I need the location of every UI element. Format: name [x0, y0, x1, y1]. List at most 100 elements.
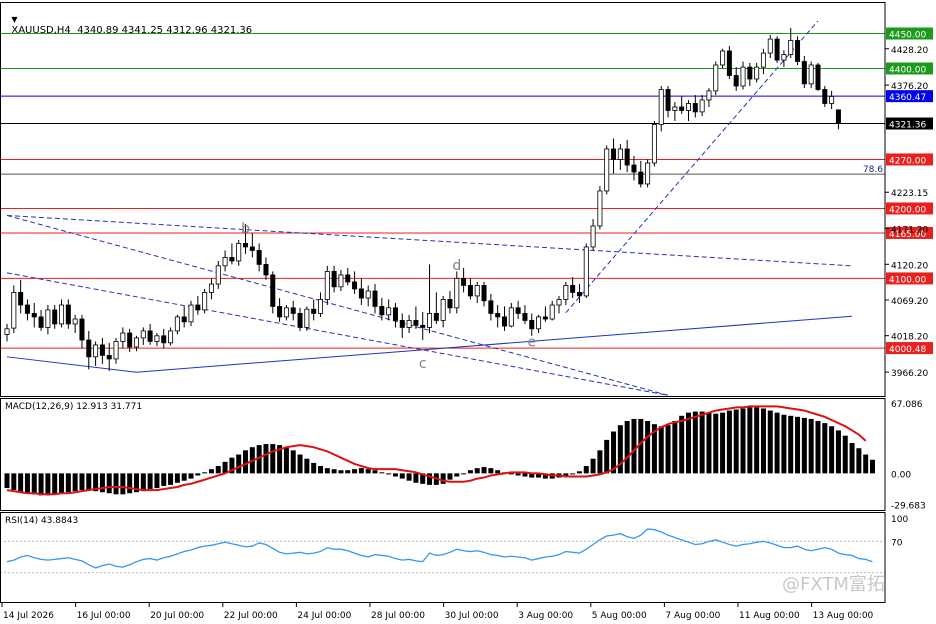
candle-body [658, 89, 664, 125]
level-label: 4200.00 [889, 205, 926, 215]
candle-body [733, 75, 739, 87]
rsi-line [6, 528, 873, 569]
candle-body [556, 299, 562, 306]
candle-body [481, 285, 487, 302]
macd-bar [597, 450, 603, 474]
macd-bar [372, 470, 378, 474]
rsi-panel[interactable] [0, 528, 885, 574]
wave-label-b: b [241, 221, 250, 237]
macd-bar [154, 473, 160, 489]
candle-body [72, 318, 78, 325]
candle-body [508, 307, 514, 327]
macd-bar [38, 473, 44, 496]
candle-body [713, 64, 719, 92]
candle-body [4, 328, 10, 335]
candle-body [215, 265, 221, 285]
candle-body [536, 316, 542, 330]
trading-chart[interactable]: 78.6 b c d e 4450.00 4400.00 4360.47 4321.36 42… [0, 0, 936, 624]
macd-bar [11, 473, 17, 491]
macd-bar [822, 423, 828, 474]
candle-body [611, 148, 617, 160]
candle-body [229, 257, 235, 262]
candle-body [433, 313, 439, 321]
macd-bar [99, 473, 105, 493]
y-tick-label: 4120.20 [891, 261, 928, 271]
candle-body [576, 292, 582, 297]
candle-body [781, 54, 787, 61]
candle-body [638, 171, 644, 185]
wave-label-d: d [452, 258, 461, 274]
macd-bar [740, 408, 746, 474]
x-tick-label: 20 Jul 00:00 [150, 611, 204, 621]
macd-bar [311, 462, 317, 474]
wave-label-c: c [419, 356, 427, 372]
candle-body [590, 225, 596, 248]
x-tick-label: 22 Jul 00:00 [224, 611, 278, 621]
candle-body [624, 148, 630, 166]
macd-panel[interactable] [4, 405, 876, 496]
level-label: 4450.00 [889, 30, 926, 40]
candle-body [835, 109, 841, 124]
macd-bar [788, 415, 794, 474]
candle-body [447, 299, 453, 309]
macd-bar [331, 469, 337, 474]
candle-body [760, 52, 766, 68]
price-panel[interactable]: 78.6 b c d e [0, 20, 885, 396]
candle-body [672, 106, 678, 111]
x-tick-label: 14 Jul 2026 [3, 611, 54, 621]
candle-body [440, 299, 446, 321]
macd-bar [679, 415, 685, 474]
wave-label-e: e [527, 334, 536, 350]
macd-bar [870, 459, 876, 474]
macd-bar [726, 410, 732, 474]
candle-body [679, 106, 685, 111]
macd-bar [570, 473, 576, 475]
candle-body [413, 320, 419, 326]
macd-bar [18, 473, 24, 493]
macd-bar [760, 408, 766, 474]
macd-bar [447, 473, 453, 480]
candle-body [277, 306, 283, 318]
candle-body [549, 304, 555, 320]
level-label: 4321.36 [889, 121, 926, 131]
macd-bar [767, 410, 773, 474]
menu-icon[interactable]: ▼ [11, 15, 17, 24]
candle-body [604, 148, 610, 192]
macd-bar [352, 469, 358, 474]
macd-bar [856, 448, 862, 474]
y-tick-label: 4223.15 [891, 189, 928, 199]
macd-bar [413, 473, 419, 483]
time-axis: 14 Jul 2026 16 Jul 00:00 20 Jul 00:00 22 Ju… [1, 602, 874, 621]
level-label: 4270.00 [889, 156, 926, 166]
price-axis: 4450.00 4400.00 4360.47 4321.36 4270.00 4200.… [885, 27, 933, 548]
candle-body [79, 318, 85, 341]
candle-body [263, 264, 269, 276]
candle-body [501, 316, 507, 327]
candle-body [461, 278, 467, 286]
macd-bar [345, 470, 351, 474]
candle-body [529, 320, 535, 330]
macd-tick-label: -29.683 [891, 501, 926, 511]
candle-body [406, 320, 412, 328]
macd-bar [215, 466, 221, 474]
y-tick-label: 4376.20 [891, 82, 928, 92]
candle-body [645, 162, 651, 185]
macd-bar [270, 444, 276, 474]
candle-body [427, 313, 433, 328]
candle-body [365, 290, 371, 299]
trendline [6, 214, 853, 267]
macd-bar [161, 473, 167, 486]
macd-bar [317, 466, 323, 474]
macd-bar [699, 411, 705, 474]
macd-bar [522, 473, 528, 477]
panel-border [0, 512, 886, 603]
macd-bar [72, 473, 78, 492]
macd-bar [631, 418, 637, 474]
candle-body [522, 313, 528, 321]
candle-body [311, 308, 317, 314]
macd-bar [304, 458, 310, 474]
macd-tick-label: 0.00 [891, 470, 911, 480]
macd-bar [495, 470, 501, 474]
macd-bar [358, 468, 364, 474]
macd-bar [120, 473, 126, 495]
